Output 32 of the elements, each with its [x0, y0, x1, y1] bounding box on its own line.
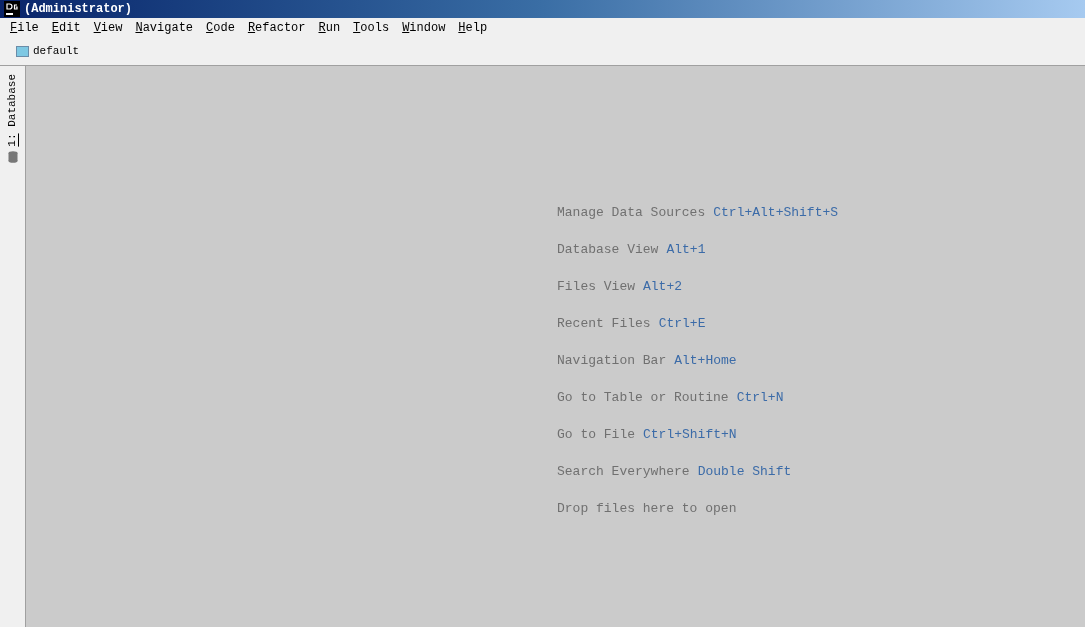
shortcut-text: Ctrl+E [658, 315, 706, 333]
shortcut-text: Ctrl+N [736, 389, 784, 407]
menu-item[interactable]: Edit [51, 19, 81, 37]
side-tab[interactable]: 1: Database [4, 74, 21, 147]
menu-item[interactable]: Help [458, 19, 488, 37]
window-title: (Administrator) [24, 1, 133, 18]
hint-text: Navigation Bar [557, 352, 667, 370]
shortcut-text: Alt+1 [666, 241, 706, 259]
database-icon [7, 150, 18, 163]
menu-item[interactable]: Tools [353, 19, 390, 37]
menu-item[interactable]: View [93, 19, 123, 37]
hint-text: Files View [557, 278, 635, 296]
hint-text: Go to File [557, 426, 635, 444]
menu-item[interactable]: Code [206, 19, 235, 37]
shortcut-text: Ctrl+Shift+N [643, 426, 737, 444]
hint-text: Manage Data Sources [557, 204, 706, 222]
shortcut-text: Double Shift [697, 463, 792, 481]
hint-text: Drop files here to open [557, 500, 737, 518]
breadcrumb[interactable]: default [33, 43, 80, 60]
app-logo-icon [4, 1, 20, 17]
shortcut-text: Alt+Home [674, 352, 737, 370]
menu-item[interactable]: File [10, 19, 39, 37]
hint-text: Recent Files [557, 315, 651, 333]
menu-item[interactable]: Navigate [135, 19, 194, 37]
menu-item[interactable]: Window [402, 19, 446, 37]
menu-item[interactable]: Run [318, 19, 341, 37]
hint-text: Database View [557, 241, 659, 259]
hint-text: Search Everywhere [557, 463, 690, 481]
menu-item[interactable]: Refactor [247, 19, 306, 37]
shortcut-text: Ctrl+Alt+Shift+S [713, 204, 839, 222]
shortcut-text: Alt+2 [643, 278, 683, 296]
hint-text: Go to Table or Routine [557, 389, 729, 407]
